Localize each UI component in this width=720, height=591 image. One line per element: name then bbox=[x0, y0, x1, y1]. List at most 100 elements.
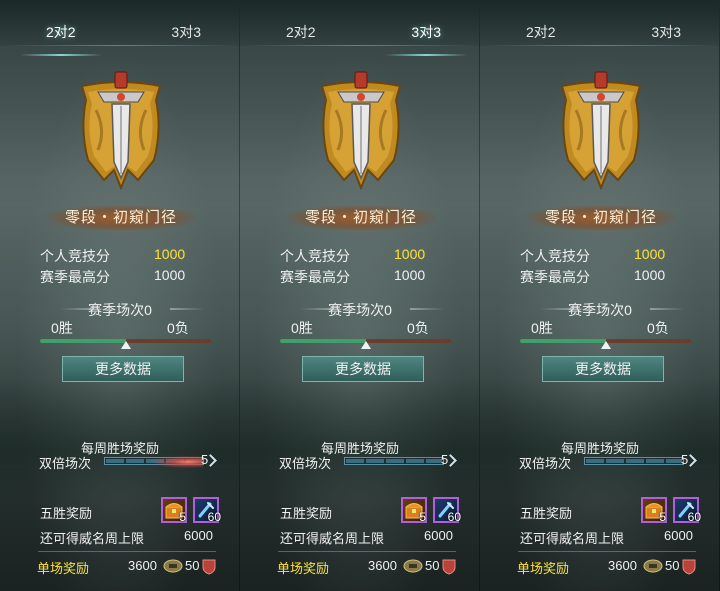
season-matches-header: 赛季场次0 bbox=[0, 300, 240, 318]
sword-banner-emblem-icon bbox=[80, 71, 162, 190]
season-matches-header: 赛季场次0 bbox=[240, 300, 480, 318]
item-count: 5 bbox=[419, 510, 426, 524]
mode-tabs: 2对2 3对3 bbox=[240, 0, 479, 56]
rank-banner: 零段・初窥门径 bbox=[286, 205, 436, 231]
personal-score-value: 1000 bbox=[634, 246, 666, 262]
season-high-value: 1000 bbox=[154, 267, 186, 283]
personal-score-row: 个人竞技分 1000 bbox=[480, 246, 720, 266]
bar-segment bbox=[626, 459, 644, 463]
coin-icon bbox=[403, 559, 423, 573]
ornament-right bbox=[410, 308, 444, 310]
tab-2v2[interactable]: 2对2 bbox=[20, 22, 101, 56]
season-matches-label: 赛季场次0 bbox=[328, 302, 392, 318]
bar-segment bbox=[666, 459, 682, 463]
tab-3v3[interactable]: 3对3 bbox=[171, 22, 201, 42]
rank-banner: 零段・初窥门径 bbox=[526, 205, 676, 231]
weekly-cap-label: 还可得威名周上限 bbox=[280, 531, 385, 546]
weekly-cap-value: 6000 bbox=[184, 528, 213, 543]
scroll-item-icon[interactable]: 60 bbox=[433, 497, 461, 524]
single-match-reward-label: 单场奖励 bbox=[37, 561, 90, 576]
personal-score-value: 1000 bbox=[394, 246, 426, 262]
bar-segment bbox=[366, 459, 384, 463]
five-win-reward-label: 五胜奖励 bbox=[280, 506, 333, 521]
season-high-label: 赛季最高分 bbox=[520, 269, 590, 285]
treasure-chest-icon[interactable]: 5 bbox=[641, 497, 667, 524]
mode-tabs: 2对2 3对3 bbox=[480, 0, 719, 46]
personal-score-label: 个人竞技分 bbox=[280, 248, 350, 264]
mode-tabs: 2对2 3对3 bbox=[0, 0, 239, 56]
weekly-cap-label: 还可得威名周上限 bbox=[520, 531, 625, 546]
bar-glow bbox=[153, 456, 203, 468]
bar-segment bbox=[346, 459, 364, 463]
bar-segment bbox=[106, 459, 124, 463]
personal-score-label: 个人竞技分 bbox=[520, 248, 590, 264]
tab-3v3[interactable]: 3对3 bbox=[651, 22, 681, 42]
personal-score-row: 个人竞技分 1000 bbox=[0, 246, 240, 266]
bar-segment bbox=[406, 459, 424, 463]
season-high-label: 赛季最高分 bbox=[40, 269, 110, 285]
coin-icon bbox=[163, 559, 183, 573]
ornament-right bbox=[650, 308, 684, 310]
win-loss-bar bbox=[520, 339, 691, 349]
item-count: 5 bbox=[659, 510, 666, 524]
season-high-row: 赛季最高分 1000 bbox=[480, 267, 720, 287]
wins-label: 0胜 bbox=[51, 320, 73, 336]
bar-segment bbox=[426, 459, 442, 463]
bar-segment bbox=[386, 459, 404, 463]
double-matches-bar bbox=[104, 456, 204, 468]
losses-label: 0负 bbox=[167, 320, 189, 336]
reward-value-shields: 50 bbox=[665, 558, 680, 573]
bar-segment bbox=[126, 459, 144, 463]
more-data-button[interactable]: 更多数据 bbox=[302, 356, 424, 382]
more-data-button[interactable]: 更多数据 bbox=[62, 356, 184, 382]
tab-2v2[interactable]: 2对2 bbox=[526, 22, 556, 42]
five-win-reward-label: 五胜奖励 bbox=[520, 506, 573, 521]
single-match-reward-label: 单场奖励 bbox=[277, 561, 330, 576]
weekly-cap-row: 还可得威名周上限 6000 bbox=[0, 528, 240, 546]
treasure-chest-icon[interactable]: 5 bbox=[161, 497, 187, 524]
season-high-value: 1000 bbox=[634, 267, 666, 283]
season-high-row: 赛季最高分 1000 bbox=[240, 267, 480, 287]
divider bbox=[38, 551, 216, 552]
ornament-left bbox=[540, 308, 574, 310]
tab-2v2[interactable]: 2对2 bbox=[286, 22, 316, 42]
scroll-item-icon[interactable]: 60 bbox=[193, 497, 221, 524]
scroll-item-icon[interactable]: 60 bbox=[673, 497, 701, 524]
losses-label: 0负 bbox=[407, 320, 429, 336]
ratio-marker bbox=[120, 341, 131, 349]
ornament-right bbox=[170, 308, 204, 310]
sword-banner-emblem-icon bbox=[560, 71, 642, 190]
treasure-chest-icon[interactable]: 5 bbox=[401, 497, 427, 524]
reward-value-shields: 50 bbox=[425, 558, 440, 573]
personal-score-row: 个人竞技分 1000 bbox=[240, 246, 480, 266]
bar-segment bbox=[606, 459, 624, 463]
win-fill bbox=[40, 339, 126, 343]
win-loss-bar bbox=[40, 339, 211, 349]
single-match-reward-row: 单场奖励 3600 50 bbox=[0, 558, 240, 576]
sword-banner-emblem-icon bbox=[320, 71, 402, 190]
divider bbox=[278, 551, 456, 552]
reward-value-shields: 50 bbox=[185, 558, 200, 573]
five-win-reward-label: 五胜奖励 bbox=[40, 506, 93, 521]
tab-3v3[interactable]: 3对3 bbox=[385, 22, 467, 56]
season-high-row: 赛季最高分 1000 bbox=[0, 267, 240, 287]
weekly-cap-label: 还可得威名周上限 bbox=[40, 531, 145, 546]
personal-score-value: 1000 bbox=[154, 246, 186, 262]
bar-segment bbox=[646, 459, 664, 463]
arena-panel: 2对2 3对3 零段・初窥门径 个人竞技分 1000 赛季最高分 1000 赛季… bbox=[480, 0, 720, 591]
personal-score-label: 个人竞技分 bbox=[40, 248, 110, 264]
shield-icon bbox=[442, 559, 456, 575]
weekly-cap-value: 6000 bbox=[664, 528, 693, 543]
single-match-reward-label: 单场奖励 bbox=[517, 561, 570, 576]
reward-value-coins: 3600 bbox=[368, 558, 397, 573]
ornament-left bbox=[60, 308, 94, 310]
more-data-button[interactable]: 更多数据 bbox=[542, 356, 664, 382]
ratio-marker bbox=[600, 341, 611, 349]
reward-value-coins: 3600 bbox=[608, 558, 637, 573]
win-loss-bar bbox=[280, 339, 451, 349]
season-high-label: 赛季最高分 bbox=[280, 269, 350, 285]
arena-panel: 2对2 3对3 零段・初窥门径 个人竞技分 1000 赛季最高分 1000 赛季… bbox=[0, 0, 240, 591]
single-match-reward-row: 单场奖励 3600 50 bbox=[480, 558, 720, 576]
rank-banner: 零段・初窥门径 bbox=[46, 205, 196, 231]
item-count: 5 bbox=[179, 510, 186, 524]
